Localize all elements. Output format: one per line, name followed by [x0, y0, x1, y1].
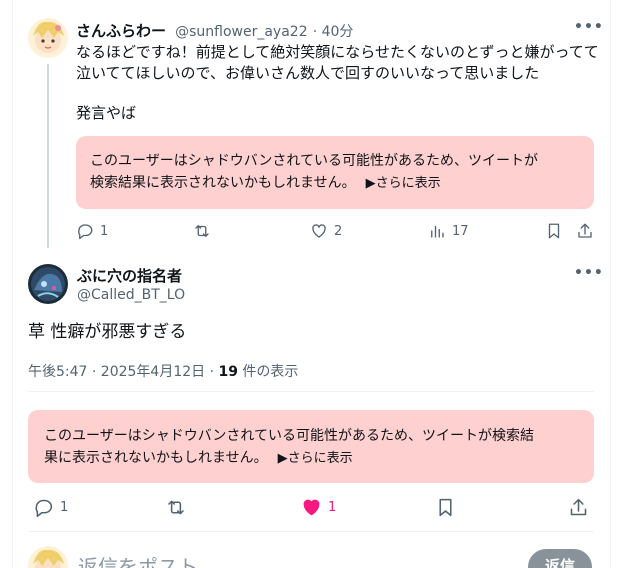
- reply-action-views[interactable]: 17: [428, 222, 469, 240]
- like-count: 1: [328, 500, 337, 515]
- views-icon: [431, 225, 444, 238]
- reply-text: なるほどですね！前提として絶対笑顔にならせたくないのとずっと嫌がってて 泣いてて…: [76, 42, 599, 124]
- main-action-like[interactable]: 1: [301, 497, 336, 518]
- reply-action-retweet[interactable]: [192, 222, 218, 240]
- show-more-link[interactable]: ▶さらに表示: [278, 451, 353, 466]
- reply-handle[interactable]: @sunflower_aya22: [175, 24, 308, 40]
- main-action-retweet[interactable]: [164, 497, 194, 518]
- tweet-meta: 午後5:47 · 2025年4月12日 · 19 件の表示: [28, 361, 298, 381]
- reply-action-like[interactable]: 2: [310, 222, 342, 240]
- tweet-timestamp[interactable]: 午後5:47 · 2025年4月12日 ·: [28, 364, 219, 380]
- main-handle[interactable]: @Called_BT_LO: [77, 287, 185, 303]
- like-icon: [312, 224, 326, 238]
- main-action-bookmark[interactable]: [435, 497, 456, 518]
- reply-action-reply[interactable]: 1: [76, 222, 108, 240]
- main-tweet-text: 草 性癖が邪悪すぎる: [28, 322, 187, 342]
- shadowban-warning: このユーザーはシャドウバンされている可能性があるため、ツイートが検索結 果に表示…: [28, 410, 594, 483]
- bookmark-icon: [439, 498, 452, 517]
- reply-count: 1: [100, 223, 109, 239]
- like-icon: [303, 499, 320, 516]
- reply-display-name[interactable]: さんふらわー: [76, 22, 166, 40]
- reply-text-extra: 発言やば: [76, 104, 137, 122]
- reply-action-share[interactable]: [576, 222, 594, 240]
- main-action-reply[interactable]: 1: [33, 497, 68, 518]
- retweet-icon: [195, 225, 209, 237]
- reply-composer-input[interactable]: 返信をポスト: [78, 551, 198, 568]
- views-label: 件の表示: [237, 364, 299, 380]
- reply-time[interactable]: · 40分: [313, 24, 354, 40]
- views-number: 19: [218, 364, 238, 380]
- thread-line: [47, 64, 49, 248]
- divider: [28, 391, 594, 392]
- warning-line: 果に表示されないかもしれません。: [44, 450, 268, 466]
- bookmark-icon: [548, 223, 560, 239]
- reply-icon: [78, 224, 93, 240]
- reply-action-bookmark[interactable]: [545, 222, 563, 240]
- reply-submit-button[interactable]: 返信: [528, 549, 592, 568]
- reply-text-line: なるほどですね！前提として絶対笑顔にならせたくないのとずっと嫌がってて: [76, 43, 599, 61]
- more-icon[interactable]: •••: [574, 265, 604, 281]
- views-count: 17: [452, 223, 469, 239]
- like-count: 2: [334, 223, 343, 239]
- shadowban-warning: このユーザーはシャドウバンされている可能性があるため、ツイートが 検索結果に表示…: [76, 136, 594, 209]
- retweet-icon: [168, 500, 184, 515]
- warning-line: 検索結果に表示されないかもしれません。: [90, 175, 356, 191]
- main-action-share[interactable]: [568, 497, 589, 518]
- share-icon: [578, 223, 592, 238]
- reply-icon: [35, 499, 53, 518]
- warning-line: このユーザーはシャドウバンされている可能性があるため、ツイートが検索結: [44, 428, 534, 444]
- more-icon[interactable]: •••: [574, 19, 604, 35]
- warning-line: このユーザーはシャドウバンされている可能性があるため、ツイートが: [90, 153, 538, 169]
- reply-count: 1: [60, 500, 69, 515]
- avatar-main[interactable]: [28, 264, 68, 304]
- divider: [28, 531, 594, 532]
- avatar-sunflower[interactable]: [28, 18, 68, 58]
- show-more-link[interactable]: ▶さらに表示: [366, 176, 441, 191]
- share-icon: [570, 498, 587, 516]
- reply-header: さんふらわー @sunflower_aya22 · 40分: [76, 20, 353, 41]
- reply-text-line: 泣いててほしいので、お偉いさん数人で回すのいいなって思いました: [76, 64, 540, 82]
- main-display-name[interactable]: ぶに穴の指名者: [77, 265, 182, 286]
